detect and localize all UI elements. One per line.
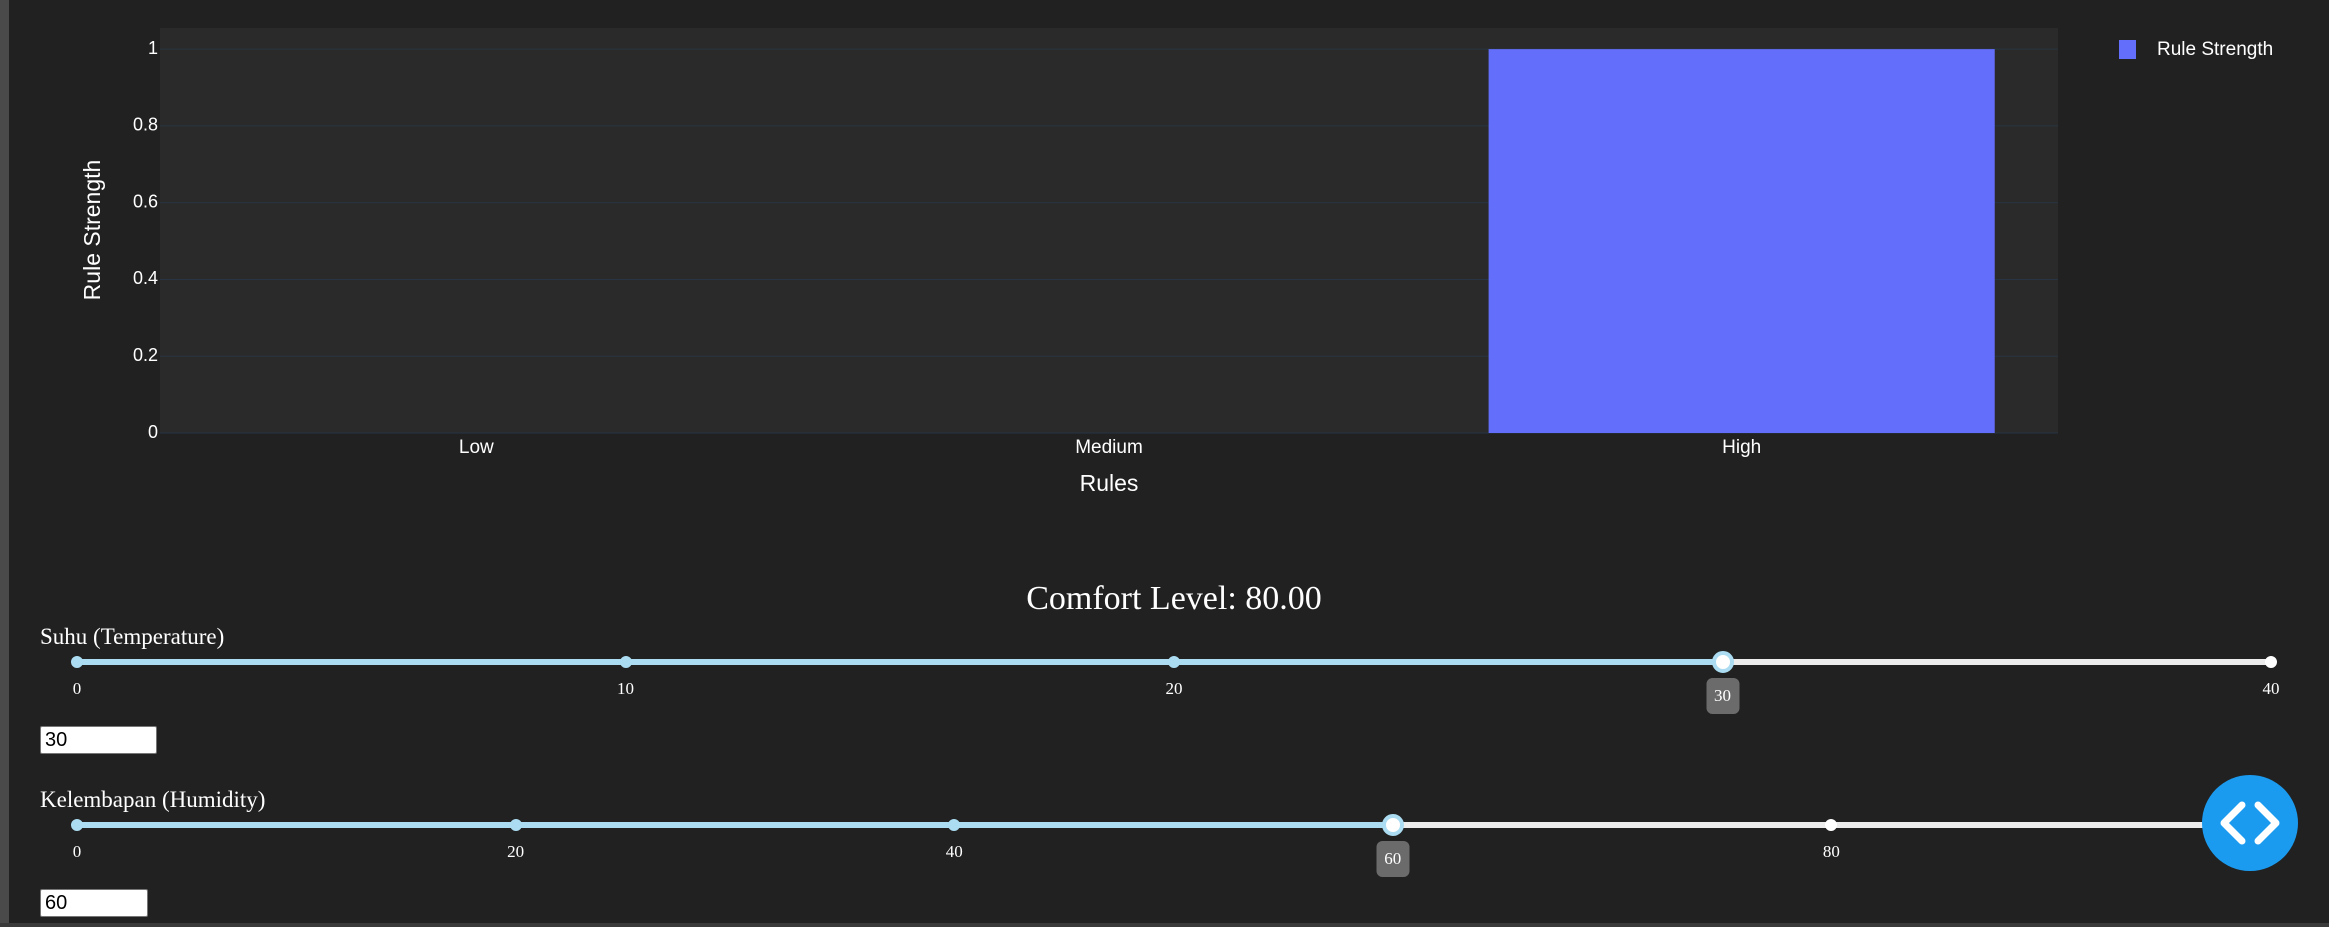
slider-mark-dot[interactable] — [2265, 656, 2277, 668]
humidity-slider[interactable]: 0 20 40 80 60 — [71, 814, 2270, 877]
x-axis-title: Rules — [1080, 470, 1139, 496]
humidity-label: Kelembapan (Humidity) — [40, 787, 266, 812]
slider-mark-dot[interactable] — [1825, 819, 1838, 831]
comfort-level-text: Comfort Level: 80.00 — [1026, 580, 1322, 617]
y-axis-title: Rule Strength — [79, 160, 105, 301]
slider-value-tooltip: 30 — [1706, 678, 1739, 714]
slider-mark-label: 40 — [2262, 679, 2280, 698]
slider-mark-dot[interactable] — [619, 656, 632, 668]
x-axis-ticks: Low Medium High — [459, 437, 1761, 458]
y-tick-label: 0.2 — [133, 345, 158, 365]
y-tick-label: 0 — [148, 422, 158, 442]
slider-mark-label: 0 — [72, 679, 82, 698]
y-tick-label: 0.6 — [133, 191, 158, 211]
x-tick-label: Medium — [1075, 437, 1143, 458]
slider-mark-label: 10 — [617, 679, 634, 698]
slider-track — [77, 659, 1723, 665]
slider-mark-dot[interactable] — [71, 819, 83, 831]
slider-mark-dot[interactable] — [1168, 656, 1180, 668]
rule-strength-chart: 0 0.2 0.4 0.6 0.8 1 Low Medium High Rules Rule … — [79, 28, 2273, 496]
x-tick-label: High — [1722, 437, 1761, 458]
slider-track — [77, 822, 1393, 828]
code-icon — [2220, 801, 2280, 845]
bar[interactable] — [1488, 49, 1995, 434]
legend[interactable]: Rule Strength — [2119, 39, 2273, 60]
legend-swatch — [2119, 40, 2136, 59]
slider-handle[interactable] — [1711, 651, 1734, 673]
y-axis-ticks: 0 0.2 0.4 0.6 0.8 1 — [133, 38, 158, 442]
code-toggle-button[interactable] — [2202, 775, 2298, 871]
slider-mark-label: 0 — [72, 842, 82, 861]
y-tick-label: 0.8 — [133, 115, 158, 135]
slider-handle[interactable] — [1381, 814, 1404, 836]
bottom-edge — [0, 923, 2329, 927]
bars — [1488, 49, 1995, 434]
humidity-input[interactable] — [40, 889, 148, 917]
y-tick-label: 1 — [148, 38, 158, 58]
slider-mark-dot[interactable] — [509, 819, 522, 831]
temperature-input[interactable] — [40, 726, 157, 754]
slider-mark-label: 20 — [1165, 679, 1183, 698]
slider-value-tooltip: 60 — [1376, 841, 1410, 877]
y-tick-label: 0.4 — [133, 268, 158, 288]
slider-mark-dot[interactable] — [71, 656, 83, 668]
slider-mark-dot[interactable] — [948, 819, 961, 831]
temperature-slider[interactable]: 0 10 20 40 30 — [71, 651, 2280, 714]
x-tick-label: Low — [459, 437, 494, 458]
legend-label: Rule Strength — [2157, 39, 2273, 60]
temperature-label: Suhu (Temperature) — [40, 624, 225, 649]
slider-mark-label: 40 — [945, 842, 963, 861]
slider-mark-label: 20 — [507, 842, 525, 861]
slider-mark-label: 80 — [1822, 842, 1840, 861]
